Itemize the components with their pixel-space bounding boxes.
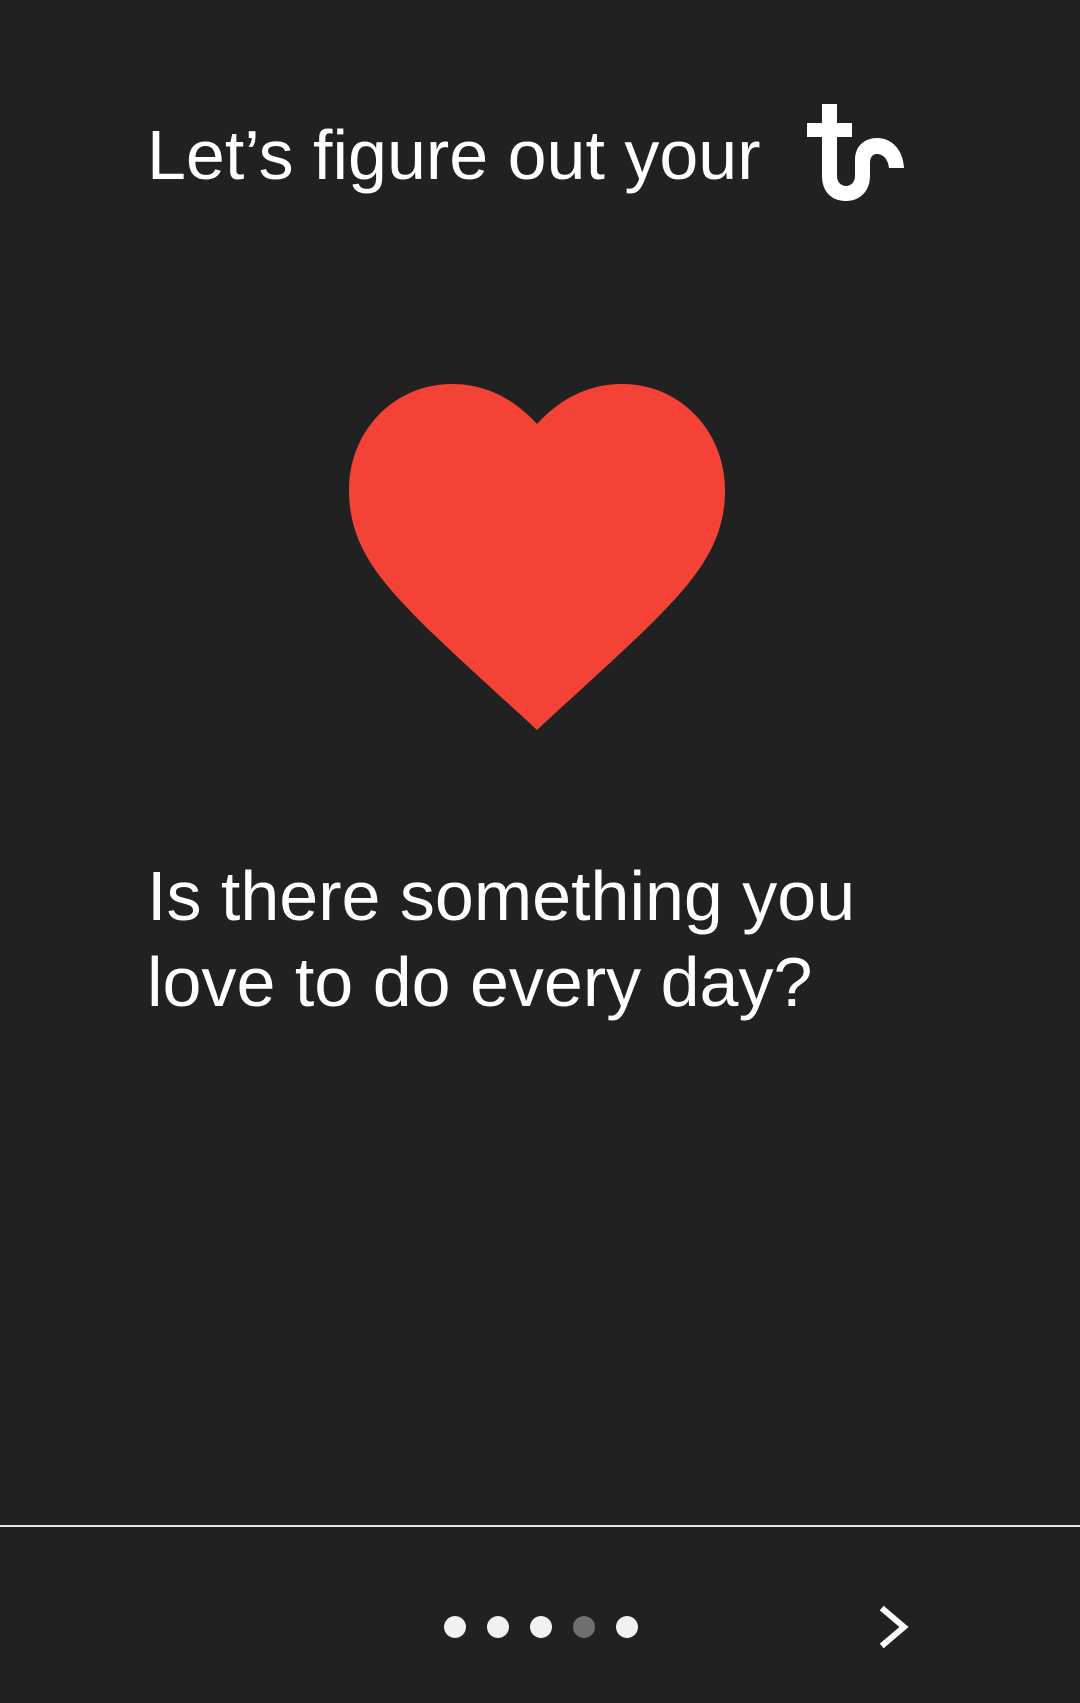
tc-logo-icon	[807, 104, 904, 201]
chevron-right-icon	[879, 1605, 909, 1649]
heart-icon	[349, 384, 725, 730]
page-dot	[616, 1616, 638, 1638]
page-dot	[487, 1616, 509, 1638]
page-dot	[530, 1616, 552, 1638]
question-text: Is there something you love to do every …	[147, 857, 856, 1021]
footer-navigation	[0, 1527, 1080, 1703]
next-button[interactable]	[865, 1597, 925, 1657]
page-dot-active	[573, 1616, 595, 1638]
page-title: Let’s figure out your	[147, 116, 761, 194]
page-dot	[444, 1616, 466, 1638]
page-indicator	[444, 1616, 638, 1638]
